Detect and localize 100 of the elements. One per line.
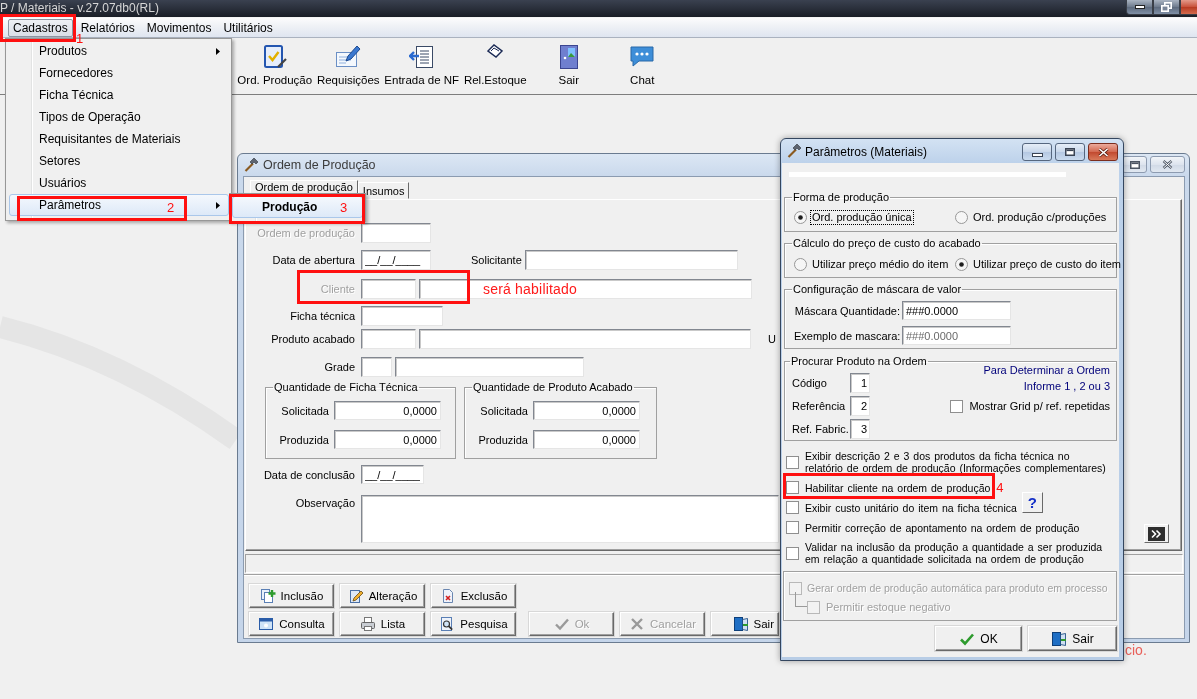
maximize-icon <box>1129 160 1140 169</box>
option-label[interactable]: Utilizar preço de custo do item <box>972 257 1122 271</box>
close-button[interactable] <box>1150 156 1185 173</box>
annotation-label: 2 <box>167 201 175 214</box>
checkbox-label[interactable]: Exibir custo unitário do item na ficha técnica <box>805 501 1017 514</box>
input-field[interactable] <box>524 250 738 270</box>
input-field[interactable]: 0,0000 <box>533 401 640 420</box>
input-field[interactable]: 0,0000 <box>334 401 441 420</box>
input-field[interactable]: 0,0000 <box>533 430 640 449</box>
input-field[interactable]: 2 <box>850 396 870 416</box>
minimize-button[interactable] <box>1126 0 1153 15</box>
button[interactable]: Sair <box>711 612 779 636</box>
checkbox-label[interactable]: Permitir correção de apontamento na ordem de produção <box>805 521 1080 534</box>
toolbar-button[interactable]: Chat <box>605 38 679 92</box>
menu-item[interactable]: Fornecedores <box>9 62 229 84</box>
group-title: Configuração de máscara de valor <box>792 283 963 296</box>
toolbar-button[interactable]: Ord. Produção <box>238 38 312 92</box>
input-field[interactable]: 1 <box>850 373 870 393</box>
button[interactable]: OK <box>935 626 1022 651</box>
option-label[interactable]: Ord. produção c/produções <box>972 210 1108 224</box>
checkbox[interactable] <box>786 455 799 469</box>
menu-item[interactable]: Usuários <box>9 172 229 194</box>
input-field[interactable] <box>419 279 752 299</box>
maximize-button[interactable] <box>1122 156 1147 173</box>
clipboard-check-icon <box>261 44 288 70</box>
window-title: P / Materiais - v.27.07db0(RL) <box>0 0 159 16</box>
input-field[interactable]: 0,0000 <box>334 430 441 449</box>
input-field[interactable]: ###0.0000 <box>902 301 1011 320</box>
button[interactable]: Inclusão <box>249 584 334 608</box>
menu-item[interactable]: Requisitantes de Materiais <box>9 128 229 150</box>
text-area[interactable] <box>361 495 779 543</box>
checkbox[interactable] <box>786 501 799 514</box>
checkbox[interactable] <box>950 399 964 413</box>
menu-item[interactable]: Utilitários <box>223 20 273 35</box>
button[interactable]: Consulta <box>249 612 334 636</box>
radio-button[interactable] <box>794 210 807 224</box>
input-field[interactable] <box>361 279 416 299</box>
document-plus-icon <box>259 588 276 604</box>
check-icon <box>553 616 570 632</box>
hammer-icon <box>243 157 259 173</box>
menu-item[interactable]: Cadastros <box>8 18 73 37</box>
button[interactable]: Alteração <box>340 584 425 608</box>
field-label: Observação <box>294 496 355 510</box>
annotation-label: 3 <box>340 201 348 214</box>
button[interactable]: Sair <box>1028 626 1117 651</box>
input-field[interactable] <box>419 329 751 349</box>
checkbox-label[interactable]: Habilitar cliente na ordem de produção <box>805 481 991 494</box>
button[interactable]: Pesquisa <box>431 612 516 636</box>
help-button[interactable]: ? <box>1021 492 1043 513</box>
forward-button[interactable] <box>1144 524 1169 543</box>
annotation-label: 1 <box>76 33 84 45</box>
menu-item[interactable]: Ficha Técnica <box>9 84 229 106</box>
minimize-button[interactable] <box>1022 143 1052 161</box>
checkbox-label[interactable]: Mostrar Grid p/ ref. repetidas <box>969 400 1110 412</box>
toolbar-button[interactable]: Rel.Estoque <box>458 38 532 92</box>
field-label: Produzida <box>279 433 329 446</box>
input-field[interactable] <box>361 357 392 377</box>
checkbox-label[interactable]: Exibir descrição 2 e 3 dos produtos da ficha técnica no relatório de ordem de produção (Informações complementares) <box>805 450 1110 474</box>
hint-text: Para Determinar a Ordem <box>983 363 1110 378</box>
group-title: Cálculo do preço de custo do acabado <box>792 237 982 250</box>
field-label: Produzida <box>478 433 528 446</box>
input-field[interactable]: __/__/____ <box>361 465 424 484</box>
field-label: Produto acabado <box>270 333 355 345</box>
checkbox[interactable] <box>786 521 799 534</box>
option-label[interactable]: Utilizar preço médio do item <box>811 257 950 271</box>
input-field[interactable] <box>395 357 584 377</box>
input-field[interactable] <box>361 223 431 243</box>
diamond-icon <box>487 44 504 58</box>
close-button[interactable] <box>1088 143 1118 161</box>
field-label: U <box>768 333 776 345</box>
toolbar-button[interactable]: Sair <box>532 38 606 92</box>
menu-item[interactable]: Setores <box>9 150 229 172</box>
maximize-button[interactable] <box>1055 143 1085 161</box>
tab[interactable]: Insumos <box>357 182 410 199</box>
radio-button[interactable] <box>955 210 968 224</box>
checkbox[interactable] <box>786 546 799 560</box>
hint-text: Informe 1 , 2 ou 3 <box>1023 379 1110 394</box>
option-label[interactable]: Ord. produção única <box>811 210 913 224</box>
close-button[interactable] <box>1180 0 1197 15</box>
restore-button[interactable] <box>1153 0 1180 15</box>
tab[interactable]: Ordem de produção <box>250 180 358 193</box>
menu-item[interactable]: Movimentos <box>146 20 212 35</box>
button[interactable]: Exclusão <box>431 584 516 608</box>
window-title: Ordem de Produção <box>263 158 376 172</box>
checkbox-label[interactable]: Validar na inclusão da produção a quantidade a ser produzida em relação a quantidade solicitada na ordem de produção <box>805 541 1110 565</box>
checkbox[interactable] <box>786 481 799 494</box>
radio-button[interactable] <box>794 257 807 271</box>
toolbar-button[interactable]: Requisições <box>311 38 385 92</box>
radio-button[interactable] <box>955 257 968 271</box>
input-field[interactable] <box>361 306 443 326</box>
field-label: Solicitada <box>280 404 329 417</box>
menu-item[interactable]: Relatórios <box>80 20 135 35</box>
maximize-icon <box>1065 148 1075 156</box>
toolbar-button[interactable]: Entrada de NF <box>385 38 459 92</box>
input-field[interactable]: 3 <box>850 419 870 439</box>
input-field[interactable] <box>361 329 416 349</box>
door-icon <box>1051 630 1068 647</box>
button[interactable]: Lista <box>340 612 425 636</box>
menu-item[interactable]: Tipos de Operação <box>9 106 229 128</box>
input-field[interactable]: __/__/____ <box>361 250 431 270</box>
